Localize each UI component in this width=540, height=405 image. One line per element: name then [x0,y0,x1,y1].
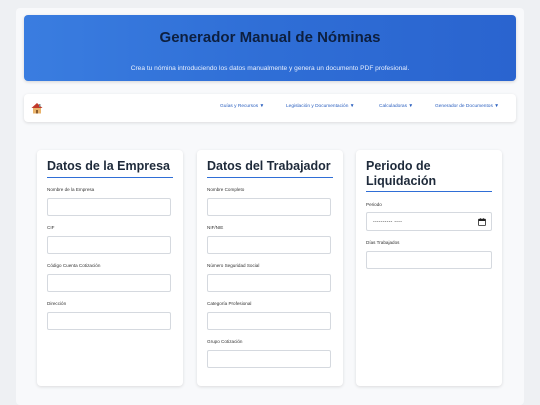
nav-item-guias[interactable]: Guías y Recursos ▼ [220,104,264,109]
categoria-profesional-input[interactable] [207,312,331,330]
codigo-cuenta-label: Código Cuenta Cotización [47,263,101,268]
periodo-month-input[interactable]: ---------- ---- [366,212,492,231]
nif-nie-label: NIF/NIE [207,225,224,230]
categoria-profesional-label: Categoría Profesional [207,301,252,306]
periodo-title-line1: Periodo de [366,159,431,173]
house-icon[interactable] [31,102,43,114]
trabajador-title: Datos del Trabajador [207,159,331,173]
nombre-empresa-input[interactable] [47,198,171,216]
seguridad-social-input[interactable] [207,274,331,292]
periodo-card: Periodo de Liquidación Periodo ---------… [356,150,502,386]
page-subtitle: Crea tu nómina introduciendo los datos m… [130,65,410,72]
nombre-completo-input[interactable] [207,198,331,216]
nav-item-legislacion[interactable]: Legislación y Documentación ▼ [286,104,354,109]
trabajador-card: Datos del Trabajador Nombre Completo NIF… [197,150,343,386]
nav-item-calculadoras[interactable]: Calculadoras ▼ [379,104,413,109]
periodo-label: Periodo [366,202,382,207]
empresa-title: Datos de la Empresa [47,159,170,173]
dias-trabajados-input[interactable] [366,251,492,269]
seguridad-social-label: Número Seguridad Social [207,263,260,268]
empresa-title-underline [47,177,173,178]
nav-item-generador[interactable]: Generador de Documentos ▼ [435,104,499,109]
periodo-title-line2: Liquidación [366,174,437,188]
trabajador-title-underline [207,177,333,178]
navigation-bar: Guías y Recursos ▼ Legislación y Documen… [24,94,516,122]
nombre-empresa-label: Nombre de la Empresa [47,187,95,192]
cif-input[interactable] [47,236,171,254]
periodo-month-value: ---------- ---- [373,219,403,225]
direccion-label: Dirección [47,301,67,306]
calendar-icon[interactable] [478,218,486,226]
grupo-cotizacion-label: Grupo Cotización [207,339,243,344]
direccion-input[interactable] [47,312,171,330]
page-header: Generador Manual de Nóminas Crea tu nómi… [24,15,516,81]
periodo-title-underline [366,191,492,192]
cif-label: CIF [47,225,55,230]
nif-nie-input[interactable] [207,236,331,254]
nombre-completo-label: Nombre Completo [207,187,245,192]
page-title: Generador Manual de Nóminas [159,29,381,46]
empresa-card: Datos de la Empresa Nombre de la Empresa… [37,150,183,386]
codigo-cuenta-input[interactable] [47,274,171,292]
grupo-cotizacion-input[interactable] [207,350,331,368]
dias-trabajados-label: Días Trabajados [366,240,400,245]
